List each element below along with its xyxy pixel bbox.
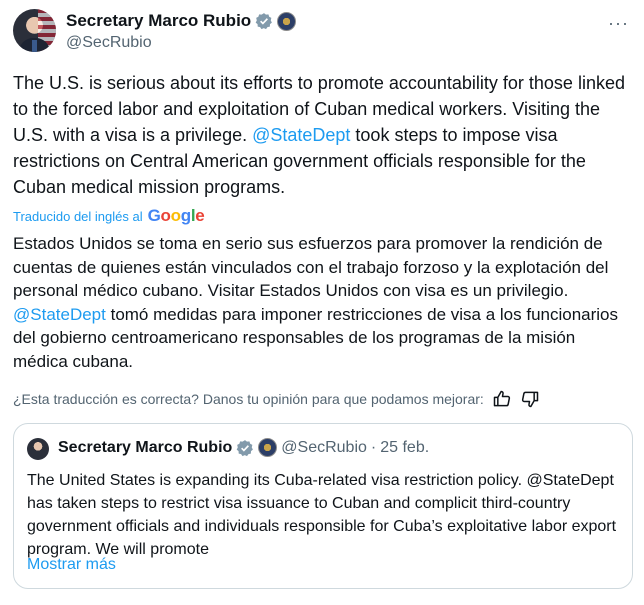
- feedback-prompt: ¿Esta traducción es correcta? Danos tu o…: [13, 391, 484, 407]
- translation-attribution: Traducido del inglés al Google: [13, 206, 205, 226]
- government-seal-icon: [277, 11, 297, 31]
- quoted-author-handle: @SecRubio: [281, 438, 367, 456]
- mention-link[interactable]: @StateDept: [13, 305, 106, 324]
- more-options-icon[interactable]: ···: [608, 13, 629, 34]
- tweet-header: Secretary Marco Rubio @SecRubio ···: [13, 9, 633, 55]
- thumbs-up-icon[interactable]: [492, 389, 512, 409]
- mention-link[interactable]: @StateDept: [252, 125, 350, 145]
- verified-badge-icon: [236, 439, 254, 456]
- translated-from-label: Traducido del inglés al: [13, 208, 143, 224]
- quoted-header: Secretary Marco Rubio @SecRubio · 25 feb…: [58, 438, 429, 457]
- avatar[interactable]: [13, 9, 56, 52]
- quoted-author-name: Secretary Marco Rubio: [58, 438, 233, 456]
- quoted-tweet[interactable]: Secretary Marco Rubio @SecRubio · 25 feb…: [13, 423, 633, 589]
- quoted-separator: ·: [370, 438, 377, 456]
- translation-feedback: ¿Esta traducción es correcta? Danos tu o…: [13, 389, 540, 409]
- author-name-line: Secretary Marco Rubio: [66, 11, 297, 31]
- google-logo: Google: [147, 206, 205, 225]
- government-seal-icon: [258, 438, 278, 457]
- quoted-date: 25 feb.: [380, 438, 430, 456]
- tweet-text: The U.S. is serious about its efforts to…: [13, 70, 633, 200]
- quoted-text: The United States is expanding its Cuba-…: [27, 472, 617, 558]
- quoted-avatar: [27, 438, 49, 460]
- tie-shape: [32, 40, 37, 52]
- verified-badge-icon: [255, 13, 273, 30]
- translated-text-part: Estados Unidos se toma en serio sus esfu…: [13, 234, 609, 300]
- author-handle[interactable]: @SecRubio: [66, 34, 152, 52]
- thumbs-down-icon[interactable]: [520, 389, 540, 409]
- translated-text: Estados Unidos se toma en serio sus esfu…: [13, 232, 633, 373]
- author-name[interactable]: Secretary Marco Rubio: [66, 11, 251, 31]
- show-more-link[interactable]: Mostrar más: [27, 556, 116, 574]
